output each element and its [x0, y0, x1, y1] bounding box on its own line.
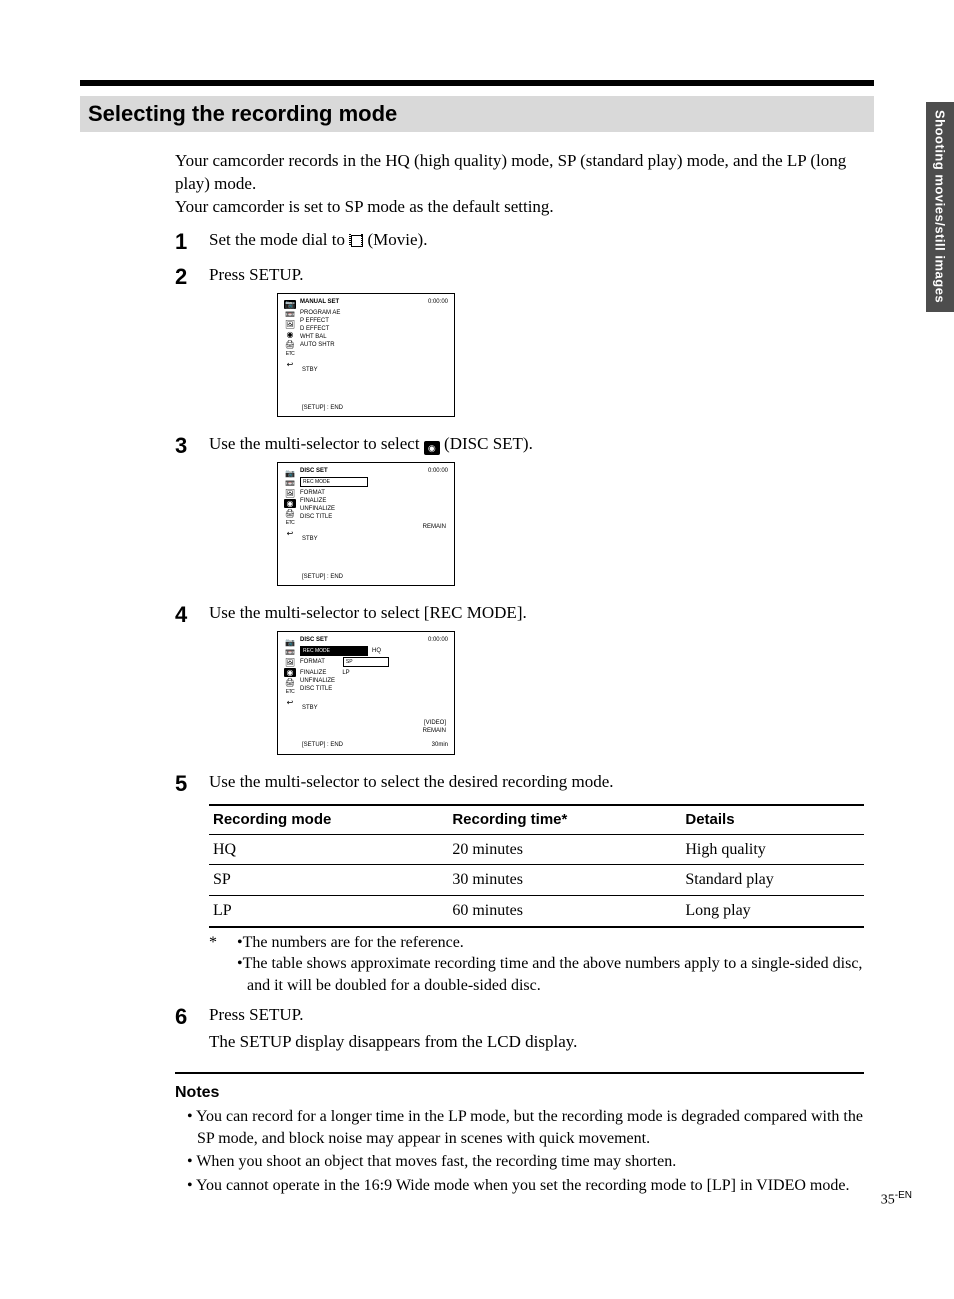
setup-end-hint: [SETUP] : END: [302, 741, 343, 749]
icon-row: 🖨: [284, 340, 296, 349]
icon-row: 🖨: [284, 509, 296, 518]
icon-row: 🖨: [284, 678, 296, 687]
stby-label: STBY: [302, 366, 318, 374]
icon-row: 📼: [284, 479, 296, 488]
lcd-screenshot-recmode: 📷 📼 🖼 ◉ 🖨 ETC ↩ DISC SET REC MODE: [277, 631, 455, 755]
remain-video: [VIDEO] REMAIN: [423, 719, 446, 735]
icon-row: ◉: [284, 668, 296, 677]
page-title: Selecting the recording mode: [80, 96, 874, 132]
icon-row: 📷: [284, 300, 296, 309]
step-number: 2: [175, 264, 209, 288]
step-4-text: Use the multi-selector to select [REC MO…: [209, 602, 864, 625]
step-3-text: Use the multi-selector to select ◉ (DISC…: [209, 433, 864, 456]
intro-line-2: Your camcorder is set to SP mode as the …: [175, 196, 864, 219]
page-number: 35-EN: [881, 1190, 912, 1209]
stby-label: STBY: [302, 704, 318, 712]
icon-row: ETC: [284, 350, 296, 359]
menu-icon-column: 📷 📼 🖼 ◉ 🖨 ETC ↩: [284, 469, 298, 538]
step-6-text-b: The SETUP display disappears from the LC…: [209, 1031, 864, 1054]
table-header: Details: [681, 805, 864, 835]
step-number: 5: [175, 771, 209, 795]
icon-row: ETC: [284, 519, 296, 528]
notes-heading: Notes: [175, 1084, 864, 1102]
table-row: HQ 20 minutes High quality: [209, 834, 864, 865]
movie-icon: [349, 234, 363, 246]
step-2-text: Press SETUP.: [209, 264, 864, 287]
icon-row: ◉: [284, 330, 296, 339]
timecode: 0:00:00: [428, 636, 448, 644]
menu-icon-column: 📷 📼 🖼 ◉ 🖨 ETC ↩: [284, 300, 298, 369]
step-1-text: Set the mode dial to (Movie).: [209, 229, 864, 252]
table-header: Recording time*: [448, 805, 681, 835]
icon-row: 📷: [284, 469, 296, 478]
step-6-text-a: Press SETUP.: [209, 1004, 864, 1027]
icon-row: ↩: [284, 360, 296, 369]
note-item: • When you shoot an object that moves fa…: [187, 1151, 864, 1173]
top-rule: [80, 80, 874, 86]
intro-line-1: Your camcorder records in the HQ (high q…: [175, 150, 864, 196]
menu-heading: DISC SET: [300, 467, 328, 475]
timecode: 0:00:00: [428, 467, 448, 475]
icon-row: 📼: [284, 648, 296, 657]
icon-row: 📼: [284, 310, 296, 319]
step-number: 1: [175, 229, 209, 253]
table-row: LP 60 minutes Long play: [209, 895, 864, 926]
table-header: Recording mode: [209, 805, 448, 835]
step-number: 4: [175, 602, 209, 626]
icon-row: 🖼: [284, 658, 296, 667]
setup-end-hint: [SETUP] : END: [302, 573, 343, 581]
menu-heading: MANUAL SET: [300, 298, 339, 306]
icon-row: ↩: [284, 698, 296, 707]
remain-time: 30min: [432, 741, 448, 749]
recording-mode-table: Recording mode Recording time* Details H…: [209, 804, 864, 928]
note-item: • You can record for a longer time in th…: [187, 1106, 864, 1149]
notes-list: • You can record for a longer time in th…: [175, 1106, 864, 1196]
icon-row: ◉: [284, 499, 296, 508]
timecode: 0:00:00: [428, 298, 448, 306]
stby-label: STBY: [302, 535, 318, 543]
remain-label: REMAIN: [423, 523, 446, 531]
table-row: SP 30 minutes Standard play: [209, 865, 864, 896]
table-footnote: * •The numbers are for the reference. •T…: [209, 932, 864, 997]
lcd-screenshot-setup: 📷 📼 🖼 ◉ 🖨 ETC ↩ MANUAL SET PROGRAM AE P …: [277, 293, 455, 417]
note-item: • You cannot operate in the 16:9 Wide mo…: [187, 1175, 864, 1197]
icon-row: 🖼: [284, 320, 296, 329]
setup-end-hint: [SETUP] : END: [302, 404, 343, 412]
icon-row: 🖼: [284, 489, 296, 498]
menu-icon-column: 📷 📼 🖼 ◉ 🖨 ETC ↩: [284, 638, 298, 707]
icon-row: 📷: [284, 638, 296, 647]
step-number: 6: [175, 1004, 209, 1028]
step-number: 3: [175, 433, 209, 457]
step-5-text: Use the multi-selector to select the des…: [209, 771, 864, 794]
icon-row: ↩: [284, 529, 296, 538]
side-chapter-tab: Shooting movies/still images: [926, 102, 954, 312]
lcd-screenshot-discset: 📷 📼 🖼 ◉ 🖨 ETC ↩ DISC SET REC MODE FORMAT…: [277, 462, 455, 586]
menu-heading: DISC SET: [300, 636, 328, 644]
intro-text: Your camcorder records in the HQ (high q…: [175, 150, 864, 219]
icon-row: ETC: [284, 688, 296, 697]
disc-icon: ◉: [424, 441, 440, 455]
